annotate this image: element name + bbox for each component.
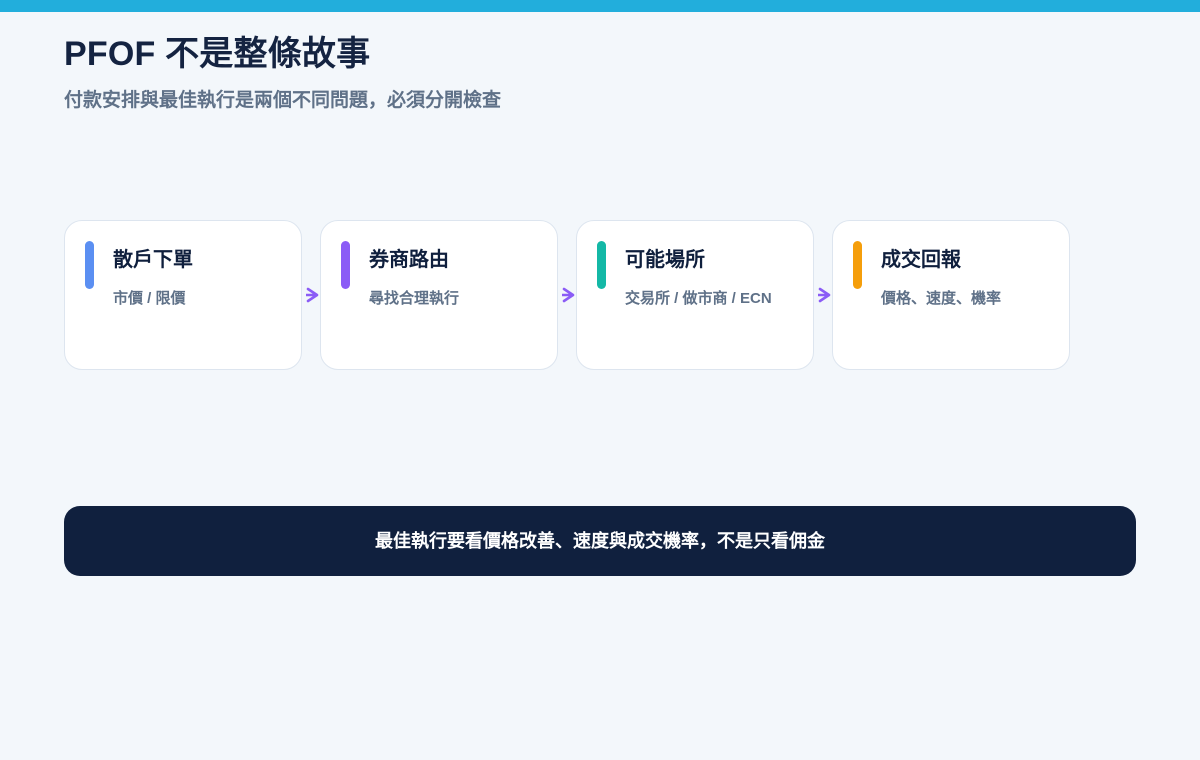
step-title: 散戶下單 <box>113 249 193 271</box>
step-description: 尋找合理執行 <box>369 290 460 307</box>
step-description: 交易所 / 做市商 / ECN <box>625 290 772 307</box>
chevron-right-icon <box>818 287 832 303</box>
step-description: 市價 / 限價 <box>113 290 186 307</box>
summary-banner: 最佳執行要看價格改善、速度與成交機率，不是只看佣金 <box>64 506 1136 576</box>
step-card-execution-report: 成交回報 價格、速度、機率 <box>832 220 1070 370</box>
step-accent-bar <box>853 241 862 289</box>
chevron-right-icon <box>306 287 320 303</box>
step-card-retail-order: 散戶下單 市價 / 限價 <box>64 220 302 370</box>
step-card-possible-venues: 可能場所 交易所 / 做市商 / ECN <box>576 220 814 370</box>
step-accent-bar <box>341 241 350 289</box>
step-title: 可能場所 <box>625 249 705 271</box>
flow-diagram: 散戶下單 市價 / 限價 券商路由 尋找合理執行 可能場所 交易所 / 做市商 … <box>64 220 1070 370</box>
chevron-right-icon <box>562 287 576 303</box>
step-accent-bar <box>85 241 94 289</box>
page-subtitle: 付款安排與最佳執行是兩個不同問題，必須分開檢查 <box>64 90 502 111</box>
step-card-broker-routing: 券商路由 尋找合理執行 <box>320 220 558 370</box>
step-title: 成交回報 <box>881 249 961 271</box>
top-accent-bar <box>0 0 1200 12</box>
step-description: 價格、速度、機率 <box>881 290 1002 307</box>
page-title: PFOF 不是整條故事 <box>64 35 371 73</box>
step-title: 券商路由 <box>369 249 449 271</box>
step-accent-bar <box>597 241 606 289</box>
